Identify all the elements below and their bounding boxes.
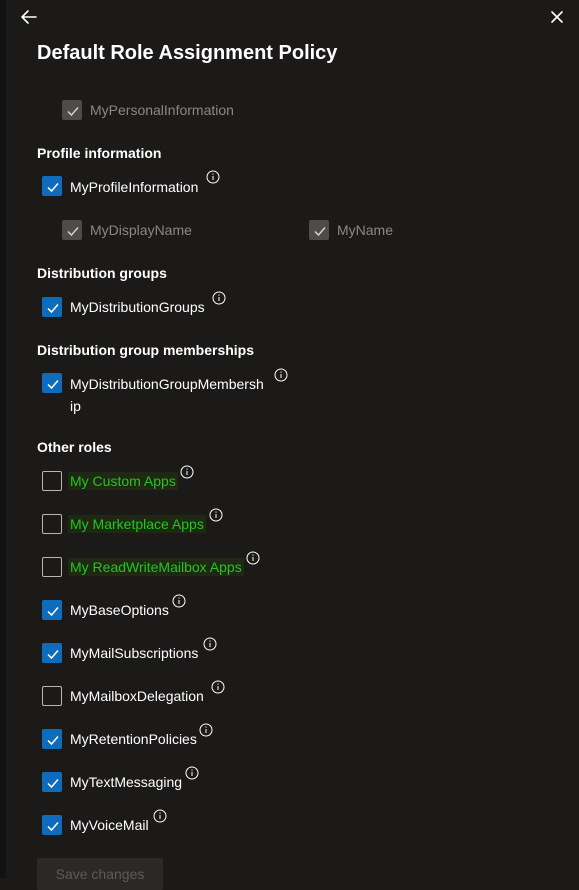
section-heading-other-roles: Other roles bbox=[37, 439, 112, 455]
info-icon[interactable] bbox=[209, 508, 223, 522]
my-profile-information-label: MyProfileInformation bbox=[70, 179, 199, 195]
checkmark-icon bbox=[47, 822, 59, 832]
back-button[interactable] bbox=[14, 2, 42, 30]
checkmark-icon bbox=[47, 380, 59, 390]
save-changes-button[interactable]: Save changes bbox=[37, 858, 163, 890]
info-icon[interactable] bbox=[246, 551, 260, 565]
my-name-label: MyName bbox=[337, 222, 394, 238]
my-retention-policies-checkbox[interactable] bbox=[42, 729, 62, 749]
checkmark-icon bbox=[47, 183, 59, 193]
my-mailbox-delegation-checkbox[interactable] bbox=[42, 686, 62, 706]
checkmark-icon bbox=[47, 736, 59, 746]
my-marketplace-apps-checkbox[interactable] bbox=[42, 514, 62, 534]
my-display-name-checkbox bbox=[62, 220, 82, 240]
info-icon[interactable] bbox=[211, 680, 225, 694]
my-marketplace-apps-label: My Marketplace Apps bbox=[68, 515, 206, 533]
checkmark-icon bbox=[67, 107, 79, 117]
my-name-checkbox bbox=[309, 220, 329, 240]
section-heading-distribution-memberships: Distribution group memberships bbox=[37, 342, 255, 358]
info-icon[interactable] bbox=[153, 809, 167, 823]
my-base-options-label: MyBaseOptions bbox=[70, 602, 169, 618]
checkmark-icon bbox=[47, 304, 59, 314]
my-custom-apps-checkbox[interactable] bbox=[42, 471, 62, 491]
checkmark-icon bbox=[47, 779, 59, 789]
my-profile-information-checkbox[interactable] bbox=[42, 176, 62, 196]
info-icon[interactable] bbox=[206, 170, 220, 184]
info-icon[interactable] bbox=[212, 291, 226, 305]
my-readwritemailbox-apps-label: My ReadWriteMailbox Apps bbox=[68, 558, 244, 576]
my-readwritemailbox-apps-checkbox[interactable] bbox=[42, 557, 62, 577]
info-icon[interactable] bbox=[203, 637, 217, 651]
info-icon[interactable] bbox=[199, 723, 213, 737]
checkmark-icon bbox=[314, 227, 326, 237]
arrow-left-icon bbox=[21, 10, 37, 24]
info-icon[interactable] bbox=[185, 766, 199, 780]
close-icon bbox=[551, 11, 563, 23]
my-distribution-group-membership-checkbox[interactable] bbox=[42, 373, 62, 393]
my-retention-policies-label: MyRetentionPolicies bbox=[70, 731, 197, 747]
checkmark-icon bbox=[47, 650, 59, 660]
my-custom-apps-label: My Custom Apps bbox=[68, 472, 178, 490]
my-mail-subscriptions-label: MyMailSubscriptions bbox=[70, 645, 199, 661]
section-heading-profile: Profile information bbox=[37, 145, 162, 161]
my-mailbox-delegation-label: MyMailboxDelegation bbox=[70, 688, 204, 704]
info-icon[interactable] bbox=[172, 594, 186, 608]
my-distribution-groups-label: MyDistributionGroups bbox=[70, 299, 205, 315]
my-text-messaging-label: MyTextMessaging bbox=[70, 774, 183, 790]
panel-title: Default Role Assignment Policy bbox=[37, 42, 338, 64]
my-distribution-groups-checkbox[interactable] bbox=[42, 297, 62, 317]
checkmark-icon bbox=[67, 227, 79, 237]
info-icon[interactable] bbox=[274, 368, 288, 382]
my-personal-information-checkbox bbox=[62, 100, 82, 120]
checkmark-icon bbox=[47, 607, 59, 617]
my-distribution-group-membership-label: MyDistributionGroupMembersh ip bbox=[70, 376, 264, 414]
my-display-name-label: MyDisplayName bbox=[90, 222, 192, 238]
info-icon[interactable] bbox=[180, 465, 194, 479]
my-voice-mail-label: MyVoiceMail bbox=[70, 817, 149, 833]
my-text-messaging-checkbox[interactable] bbox=[42, 772, 62, 792]
my-mail-subscriptions-checkbox[interactable] bbox=[42, 643, 62, 663]
close-button[interactable] bbox=[543, 2, 571, 30]
my-voice-mail-checkbox[interactable] bbox=[42, 815, 62, 835]
my-personal-information-label: MyPersonalInformation bbox=[90, 102, 234, 118]
my-base-options-checkbox[interactable] bbox=[42, 600, 62, 620]
section-heading-distribution-groups: Distribution groups bbox=[37, 265, 167, 281]
